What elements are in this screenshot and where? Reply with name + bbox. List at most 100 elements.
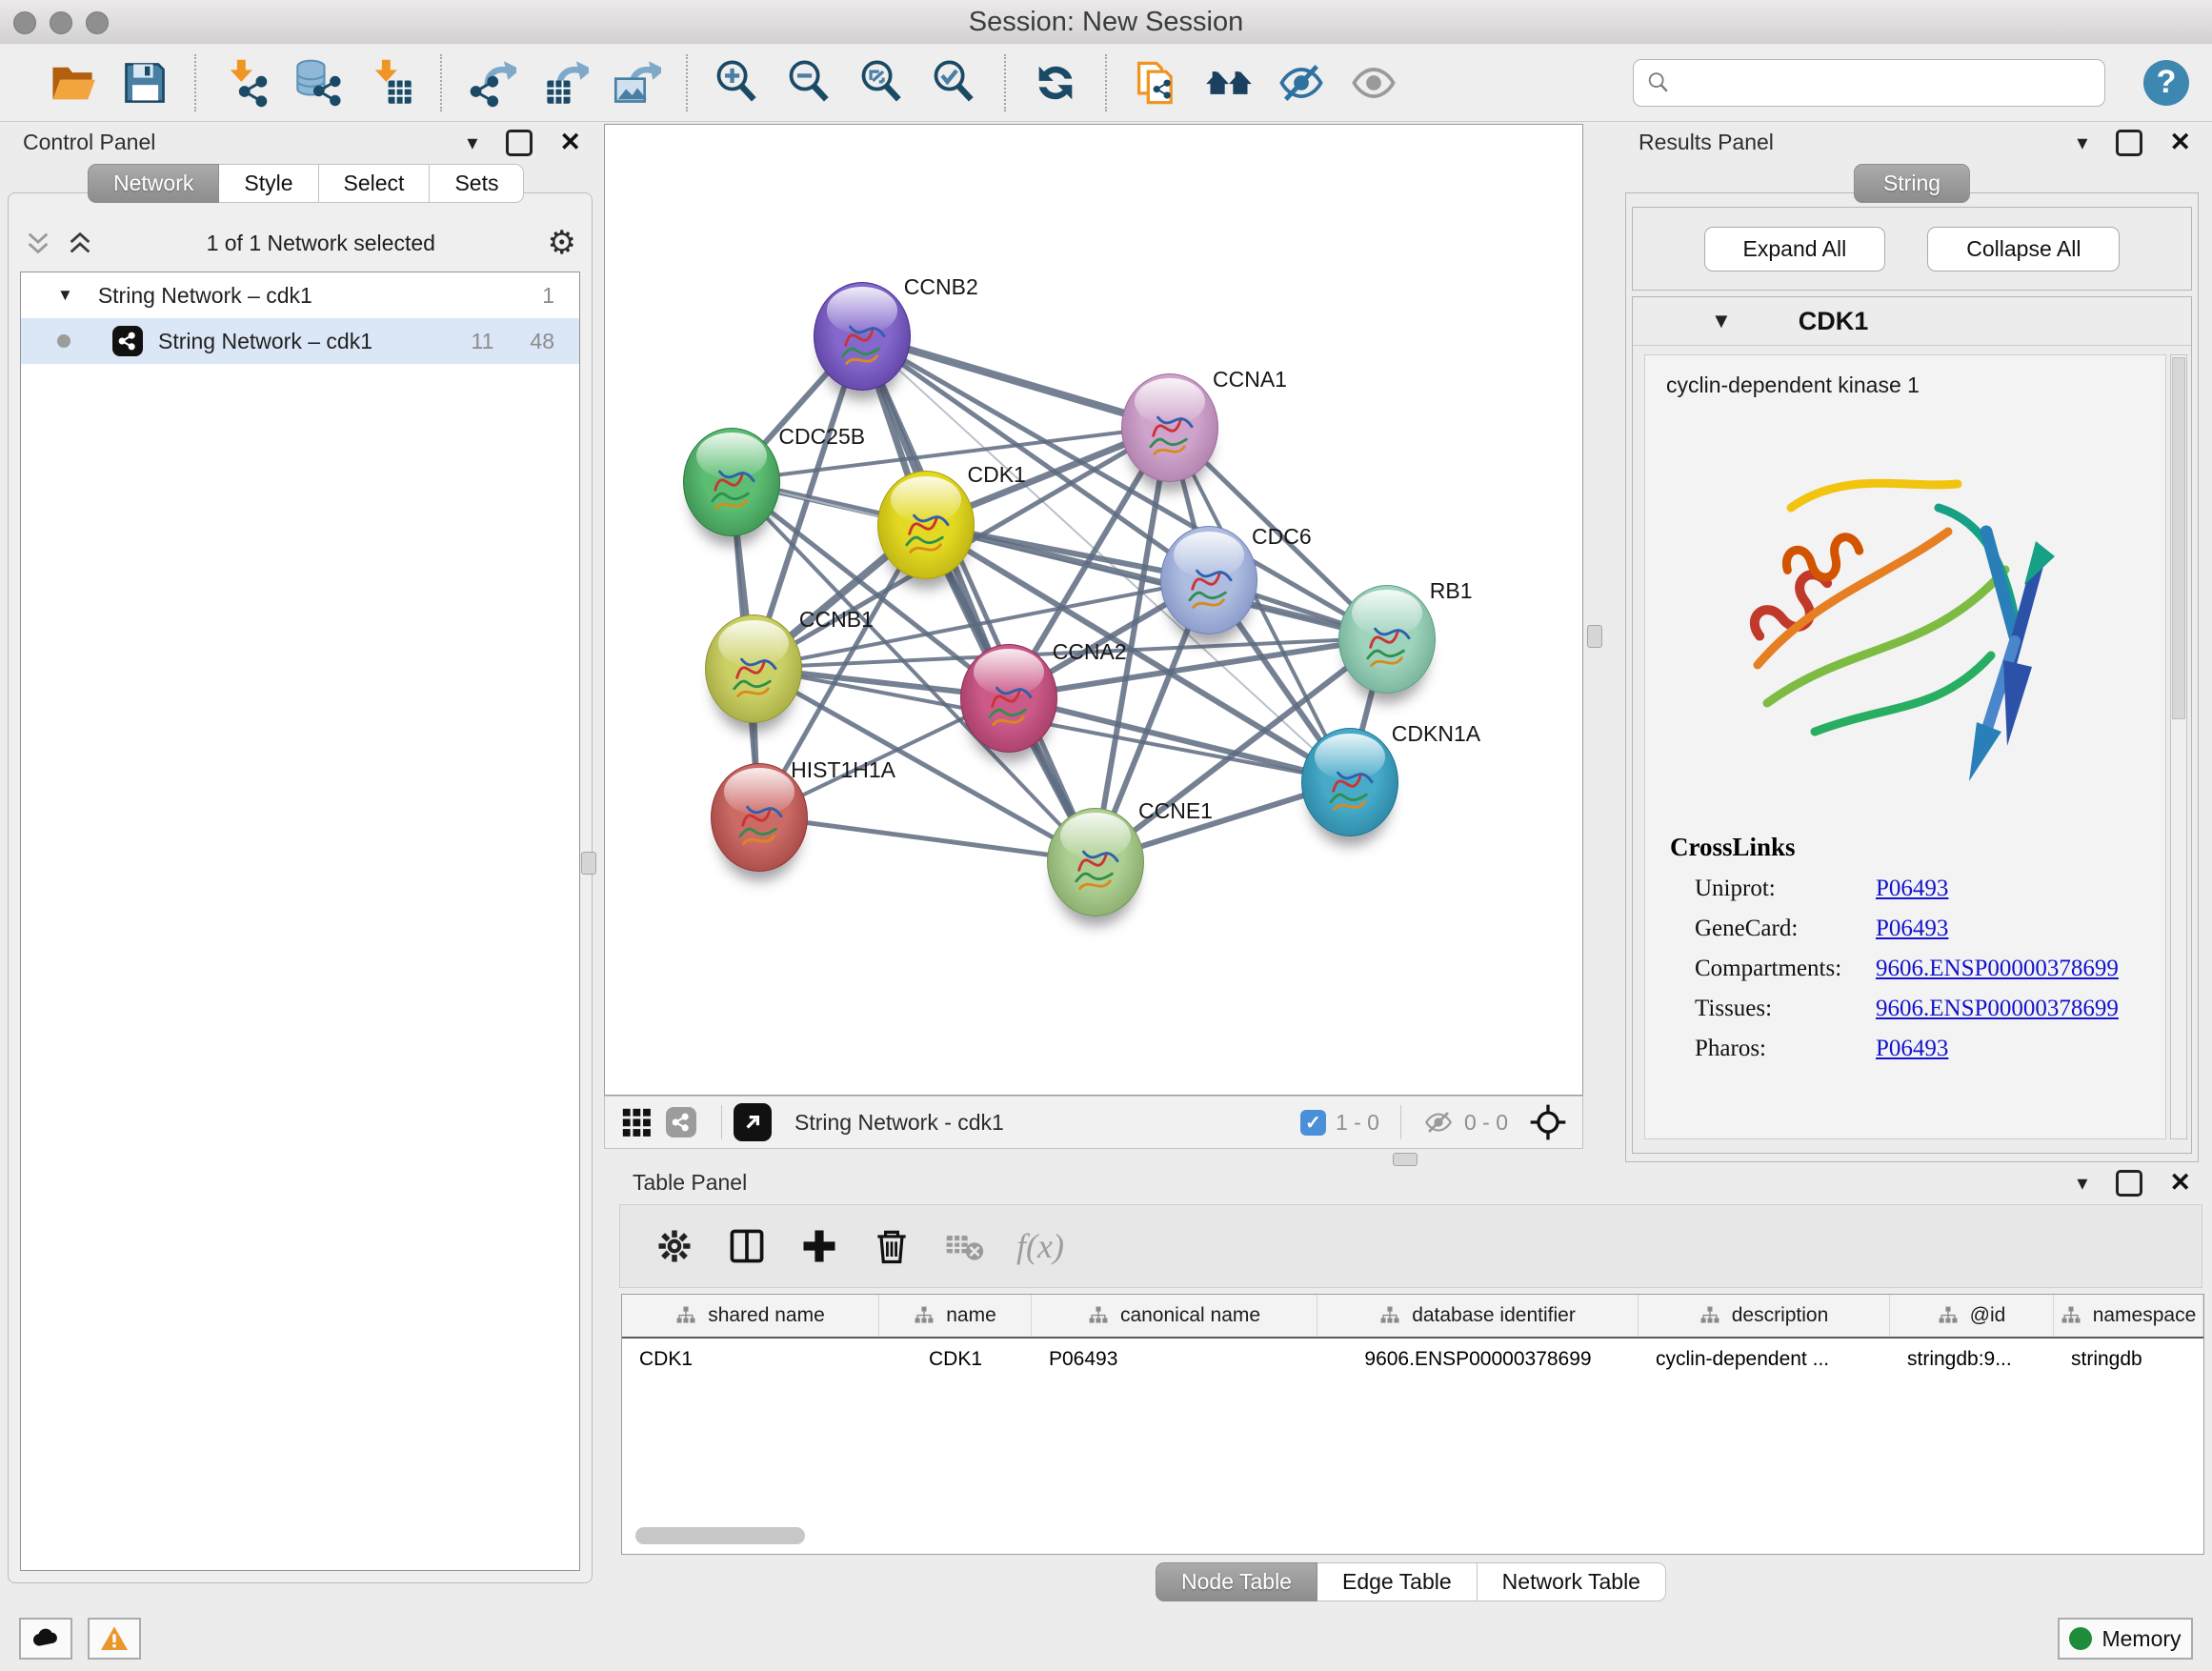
table-collapse-icon[interactable]: ▾ (2077, 1171, 2087, 1196)
import-table-icon[interactable] (360, 53, 421, 112)
gene-collapse-caret-icon[interactable]: ▼ (1711, 309, 1732, 333)
table-horizontal-scrollbar[interactable] (635, 1527, 805, 1544)
delete-column-icon[interactable] (862, 1218, 921, 1274)
tab-network-table[interactable]: Network Table (1478, 1562, 1666, 1601)
help-button[interactable]: ? (2143, 60, 2189, 106)
network-collection-row[interactable]: ▼ String Network – cdk1 1 (21, 272, 579, 318)
import-network-icon[interactable] (215, 53, 276, 112)
column-header-namespace[interactable]: namespace (2054, 1295, 2203, 1337)
first-neighbors-icon[interactable] (1198, 53, 1259, 112)
open-session-icon[interactable] (42, 53, 103, 112)
zoom-fit-icon[interactable] (852, 53, 913, 112)
table-cell[interactable]: CDK1 (622, 1339, 879, 1380)
crosslink-link[interactable]: 9606.ENSP00000378699 (1876, 956, 2119, 982)
column-header-shared-name[interactable]: shared name (622, 1295, 879, 1337)
column-header-description[interactable]: description (1639, 1295, 1890, 1337)
expand-all-button[interactable]: Expand All (1704, 227, 1886, 272)
grid-view-icon[interactable] (620, 1106, 653, 1138)
network-options-gear-icon[interactable]: ⚙ (548, 227, 576, 259)
function-builder-icon[interactable]: f(x) (1007, 1218, 1066, 1274)
network-row[interactable]: String Network – cdk1 11 48 (21, 318, 579, 364)
right-splitter-grip[interactable] (1587, 625, 1602, 648)
title-bar: Session: New Session (0, 0, 2212, 45)
selected-nodes-checkbox-icon[interactable]: ✓ (1300, 1110, 1326, 1136)
search-input[interactable] (1679, 69, 2093, 97)
collapse-all-icon[interactable] (24, 229, 52, 257)
results-collapse-icon[interactable]: ▾ (2077, 131, 2087, 155)
node-ccnb2[interactable] (814, 282, 911, 391)
node-ccna1[interactable] (1121, 373, 1218, 482)
node-ccne1[interactable] (1047, 808, 1144, 916)
tab-node-table[interactable]: Node Table (1156, 1562, 1317, 1601)
cloud-button[interactable] (19, 1618, 72, 1660)
tab-string[interactable]: String (1854, 164, 1970, 203)
tab-sets[interactable]: Sets (430, 164, 524, 203)
node-rb1[interactable] (1338, 585, 1436, 694)
table-settings-icon[interactable] (645, 1218, 704, 1274)
clone-network-icon[interactable] (1126, 53, 1187, 112)
results-scrollbar[interactable] (2170, 354, 2187, 1139)
column-header-name[interactable]: name (879, 1295, 1032, 1337)
panel-close-icon[interactable]: ✕ (559, 128, 581, 157)
hidden-eye-icon (1422, 1106, 1455, 1138)
import-network-database-icon[interactable] (288, 53, 349, 112)
bottom-splitter-grip[interactable] (1393, 1153, 1418, 1166)
refresh-view-icon[interactable] (1025, 53, 1086, 112)
tab-style[interactable]: Style (219, 164, 318, 203)
create-column-icon[interactable] (790, 1218, 849, 1274)
crosslink-link[interactable]: 9606.ENSP00000378699 (1876, 996, 2119, 1022)
table-float-icon[interactable] (2116, 1170, 2142, 1197)
tree-expand-caret-icon[interactable]: ▼ (57, 286, 73, 305)
crosslink-link[interactable]: P06493 (1876, 1036, 1948, 1062)
network-canvas[interactable]: CCNB2CCNA1CDC25BCDK1CDC6RB1CCNB1CCNA2CDK… (604, 124, 1583, 1096)
node-cdc25b[interactable] (683, 428, 780, 536)
left-splitter-grip[interactable] (581, 852, 596, 875)
warnings-button[interactable] (88, 1618, 141, 1660)
zoom-out-icon[interactable] (779, 53, 840, 112)
zoom-selected-icon[interactable] (924, 53, 985, 112)
node-ccnb1[interactable] (705, 614, 802, 723)
memory-button[interactable]: Memory (2058, 1618, 2193, 1660)
node-count: 11 (472, 329, 494, 354)
collapse-all-button[interactable]: Collapse All (1927, 227, 2120, 272)
crosslink-link[interactable]: P06493 (1876, 916, 1948, 942)
table-cell[interactable]: 9606.ENSP00000378699 (1317, 1339, 1639, 1380)
table-cell[interactable]: stringdb:9... (1890, 1339, 2054, 1380)
tab-select[interactable]: Select (319, 164, 431, 203)
panel-float-icon[interactable] (506, 130, 533, 156)
show-hidden-icon[interactable] (1343, 53, 1404, 112)
hide-selected-icon[interactable] (1271, 53, 1332, 112)
results-float-icon[interactable] (2116, 130, 2142, 156)
save-session-icon[interactable] (114, 53, 175, 112)
node-ccna2[interactable] (960, 644, 1057, 753)
expand-all-icon[interactable] (66, 229, 94, 257)
table-row[interactable]: CDK1CDK1P064939606.ENSP00000378699cyclin… (622, 1339, 2203, 1380)
crosslink-link[interactable]: P06493 (1876, 876, 1948, 902)
column-header-canonical-name[interactable]: canonical name (1032, 1295, 1317, 1337)
string-style-icon[interactable] (666, 1107, 696, 1137)
table-cell[interactable]: stringdb (2054, 1339, 2203, 1380)
table-cell[interactable]: P06493 (1032, 1339, 1317, 1380)
export-network-icon[interactable] (461, 53, 522, 112)
zoom-in-icon[interactable] (707, 53, 768, 112)
node-cdk1[interactable] (877, 471, 975, 579)
tab-edge-table[interactable]: Edge Table (1317, 1562, 1478, 1601)
export-image-icon[interactable] (606, 53, 667, 112)
tab-network[interactable]: Network (88, 164, 219, 203)
birds-eye-view-icon[interactable] (734, 1103, 772, 1141)
window-title: Session: New Session (0, 7, 2212, 38)
node-cdkn1a[interactable] (1301, 728, 1398, 836)
table-cell[interactable]: cyclin-dependent ... (1639, 1339, 1890, 1380)
table-cell[interactable]: CDK1 (879, 1339, 1032, 1380)
node-cdc6[interactable] (1160, 526, 1257, 634)
network-collection-label: String Network – cdk1 (98, 283, 312, 309)
export-table-icon[interactable] (533, 53, 594, 112)
show-columns-icon[interactable] (717, 1218, 776, 1274)
table-close-icon[interactable]: ✕ (2169, 1168, 2191, 1198)
column-header-database-identifier[interactable]: database identifier (1317, 1295, 1639, 1337)
crosslink-row: Compartments:9606.ENSP00000378699 (1695, 956, 2165, 982)
results-close-icon[interactable]: ✕ (2169, 128, 2191, 157)
fit-selected-crosshair-icon[interactable] (1529, 1103, 1567, 1141)
column-header--id[interactable]: @id (1890, 1295, 2054, 1337)
panel-collapse-icon[interactable]: ▾ (467, 131, 477, 155)
